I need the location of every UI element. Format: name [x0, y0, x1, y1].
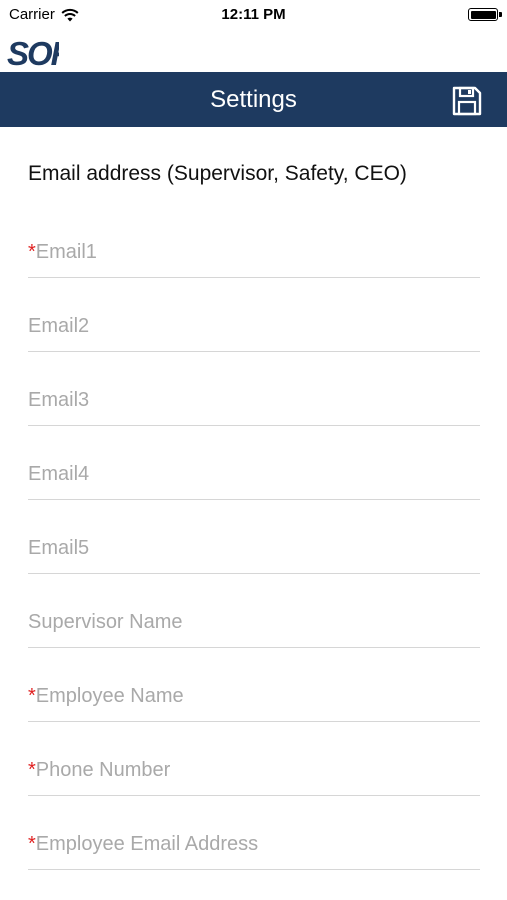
email4-placeholder: Email4: [28, 463, 90, 485]
email3-placeholder: Email3: [28, 389, 90, 411]
app-logo: SOR: [7, 34, 77, 72]
required-marker: *: [28, 685, 36, 707]
required-marker: *: [28, 759, 36, 781]
save-button[interactable]: [451, 85, 483, 117]
required-marker: *: [28, 833, 36, 855]
required-marker: *: [28, 241, 36, 263]
navigation-bar: Settings: [0, 72, 507, 127]
phone-number-placeholder: *Phone Number: [28, 759, 171, 781]
logo-graphic: SOR: [7, 35, 77, 72]
email1-field[interactable]: *Email1: [28, 235, 480, 278]
email3-field[interactable]: Email3: [28, 383, 480, 426]
clock: 12:11 PM: [221, 6, 286, 23]
logo-text: SOR: [7, 35, 59, 68]
supervisor-name-field[interactable]: Supervisor Name: [28, 605, 480, 648]
employee-name-placeholder: *Employee Name: [28, 685, 184, 707]
email2-field[interactable]: Email2: [28, 309, 480, 352]
phone-number-field[interactable]: *Phone Number: [28, 753, 480, 796]
email2-placeholder: Email2: [28, 315, 90, 337]
email4-field[interactable]: Email4: [28, 457, 480, 500]
status-bar: Carrier 12:11 PM: [0, 0, 507, 30]
save-icon: [452, 86, 482, 116]
email5-field[interactable]: Email5: [28, 531, 480, 574]
supervisor-name-placeholder: Supervisor Name: [28, 611, 183, 633]
page-title: Settings: [210, 86, 297, 113]
battery-icon: [468, 8, 498, 21]
email1-placeholder: *Email1: [28, 241, 97, 263]
employee-email-field[interactable]: *Employee Email Address: [28, 827, 480, 870]
employee-name-field[interactable]: *Employee Name: [28, 679, 480, 722]
email-section-heading: Email address (Supervisor, Safety, CEO): [28, 162, 407, 185]
employee-email-placeholder: *Employee Email Address: [28, 833, 259, 855]
email5-placeholder: Email5: [28, 537, 90, 559]
battery-tip: [499, 12, 502, 17]
